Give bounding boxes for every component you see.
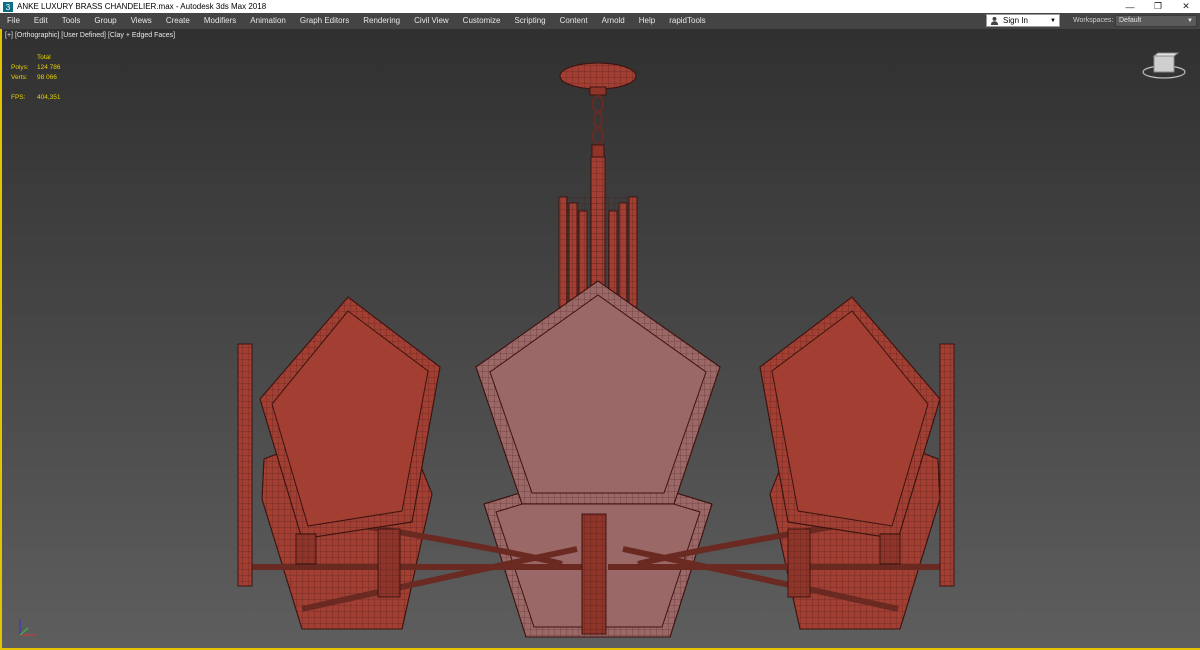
menu-rapidtools[interactable]: rapidTools: [662, 13, 712, 29]
menu-animation[interactable]: Animation: [243, 13, 293, 29]
sign-in-label: Sign In: [1003, 16, 1028, 25]
viewport-camera-menu[interactable]: [User Defined]: [61, 32, 106, 39]
menu-civil-view[interactable]: Civil View: [407, 13, 456, 29]
menu-bar: File Edit Tools Group Views Create Modif…: [0, 13, 1200, 29]
menu-tools[interactable]: Tools: [55, 13, 88, 29]
menu-help[interactable]: Help: [632, 13, 662, 29]
viewport-label: [+] [Orthographic] [User Defined] [Clay …: [5, 32, 175, 39]
viewport-shading-menu[interactable]: [Clay + Edged Faces]: [108, 32, 175, 39]
3dsmax-app-icon[interactable]: 3: [3, 1, 13, 12]
menu-customize[interactable]: Customize: [456, 13, 508, 29]
menu-modifiers[interactable]: Modifiers: [197, 13, 243, 29]
chandelier-model[interactable]: [2, 29, 1200, 648]
viewport-point-of-view-menu[interactable]: [Orthographic]: [15, 32, 59, 39]
menu-arnold[interactable]: Arnold: [595, 13, 632, 29]
menu-rendering[interactable]: Rendering: [356, 13, 407, 29]
menu-group[interactable]: Group: [87, 13, 123, 29]
viewcube-icon[interactable]: [1142, 50, 1186, 80]
menu-file[interactable]: File: [0, 13, 27, 29]
chevron-down-icon: ▼: [1187, 18, 1193, 24]
axis-tripod-icon: [19, 619, 36, 636]
polys-value: 124 786: [37, 64, 61, 71]
user-icon: [990, 16, 999, 25]
workspaces-label: Workspaces:: [1073, 17, 1114, 24]
menu-edit[interactable]: Edit: [27, 13, 55, 29]
workspaces-select[interactable]: Default ▼: [1115, 15, 1197, 27]
chandelier-mesh: [237, 62, 955, 638]
menu-graph-editors[interactable]: Graph Editors: [293, 13, 356, 29]
sign-in-dropdown[interactable]: Sign In ▼: [986, 14, 1060, 27]
perspective-viewport[interactable]: [+] [Orthographic] [User Defined] [Clay …: [0, 29, 1200, 650]
verts-value: 98 066: [37, 74, 57, 81]
viewport-statistics: Total Polys: 124 786 Verts: 98 066 FPS: 404…: [11, 53, 61, 103]
menu-content[interactable]: Content: [553, 13, 595, 29]
window-title: ANKE LUXURY BRASS CHANDELIER.max - Autod…: [17, 2, 267, 11]
stats-header: Total: [37, 54, 51, 61]
verts-label: Verts:: [11, 74, 28, 81]
title-bar: 3 ANKE LUXURY BRASS CHANDELIER.max - Aut…: [0, 0, 1200, 13]
polys-label: Polys:: [11, 64, 29, 71]
minimize-button[interactable]: —: [1116, 0, 1144, 13]
menu-scripting[interactable]: Scripting: [507, 13, 552, 29]
viewport-general-menu[interactable]: [+]: [5, 32, 13, 39]
svg-text:3: 3: [6, 3, 11, 12]
fps-label: FPS:: [11, 94, 26, 101]
workspaces-value: Default: [1119, 17, 1142, 24]
menu-views[interactable]: Views: [124, 13, 159, 29]
menu-create[interactable]: Create: [159, 13, 197, 29]
fps-value: 404,351: [37, 94, 61, 101]
chevron-down-icon: ▼: [1050, 17, 1056, 24]
restore-button[interactable]: ❐: [1144, 0, 1172, 13]
close-button[interactable]: ✕: [1172, 0, 1200, 13]
